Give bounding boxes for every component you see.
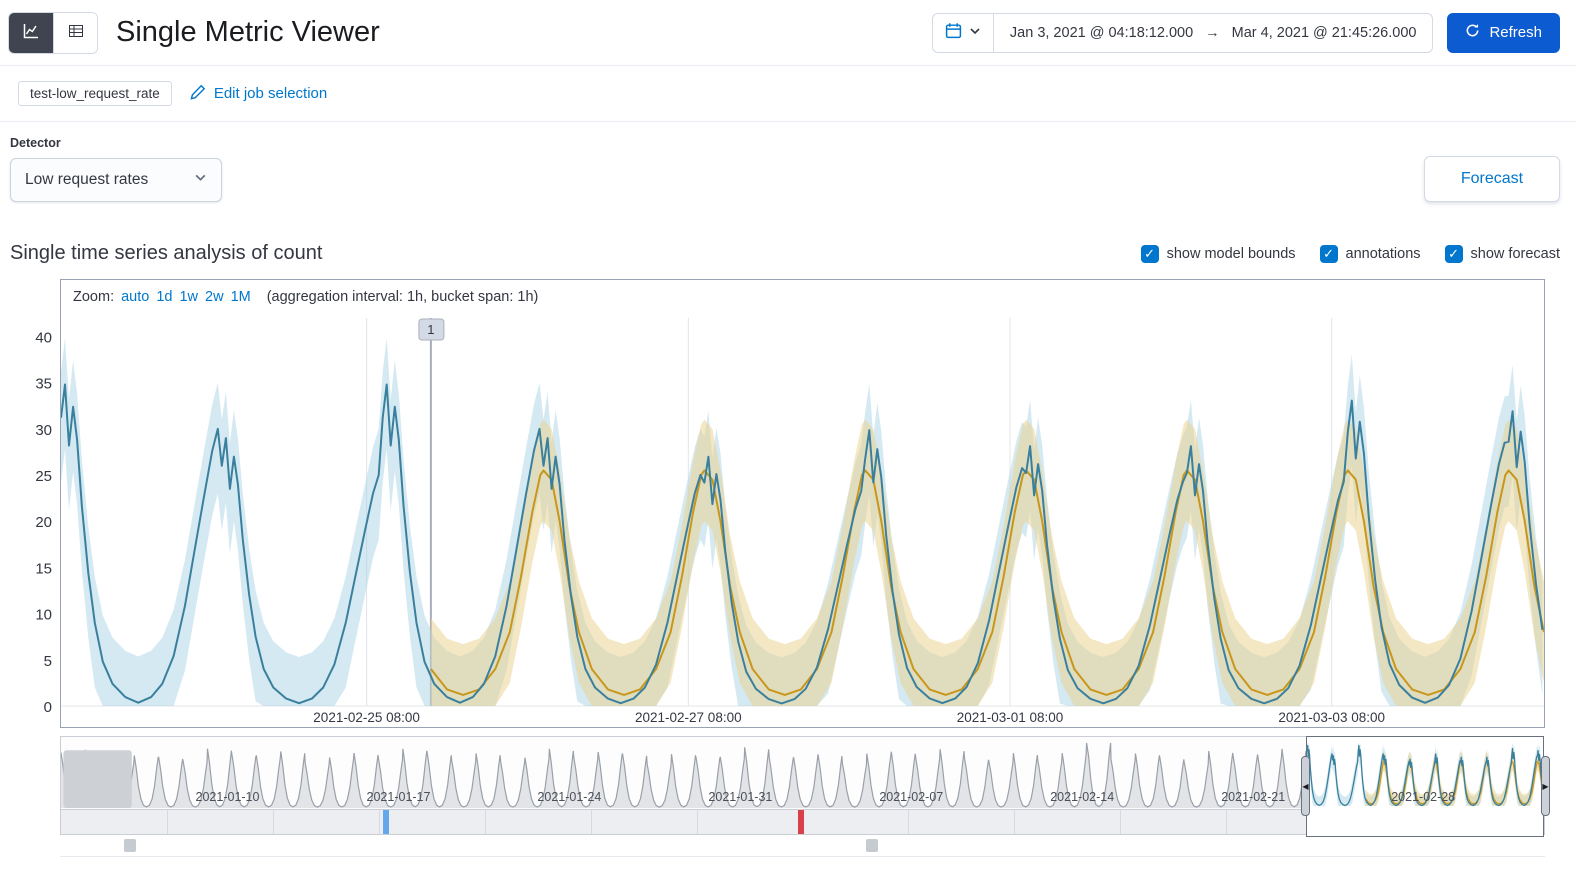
aggregation-info: (aggregation interval: 1h, bucket span: … [266,289,539,305]
svg-text:2021-02-07: 2021-02-07 [879,790,943,804]
page-title: Single Metric Viewer [116,16,380,48]
svg-text:0: 0 [44,699,52,716]
swimlane-cell-border [272,810,274,834]
y-axis: 0 5 10 15 20 25 30 35 40 [35,330,52,717]
svg-text:5: 5 [44,653,52,670]
svg-text:2021-01-31: 2021-01-31 [708,790,772,804]
series-title: Single time series analysis of count [10,242,323,264]
svg-text:10: 10 [35,607,52,624]
checkbox-show-forecast[interactable]: ✓ show forecast [1444,244,1560,263]
svg-text:30: 30 [35,422,52,439]
forecast-button[interactable]: Forecast [1424,156,1560,202]
edit-job-selection-link[interactable]: Edit job selection [190,84,327,104]
swimlane-cell-border [908,810,910,834]
timerange-brush[interactable]: 2021-02-28 [1305,736,1544,837]
single-metric-viewer-page: Single Metric Viewer Jan 3, 2021 @ 04:18… [0,0,1576,879]
svg-text:2021-02-21: 2021-02-21 [1221,790,1285,804]
date-quick-select[interactable] [933,13,994,52]
end-date[interactable]: Mar 4, 2021 @ 21:45:26.000 [1232,25,1417,41]
detector-selected-value: Low request rates [25,171,149,188]
svg-text:2021-03-01 08:00: 2021-03-01 08:00 [957,710,1064,725]
swimlane-anomaly-marker[interactable] [797,810,804,834]
chart-panel: Zoom: auto 1d 1w 2w 1M (aggregation inte… [60,279,1545,728]
date-picker[interactable]: Jan 3, 2021 @ 04:18:12.000 → Mar 4, 2021… [931,12,1434,53]
detector-label: Detector [10,136,61,150]
edit-link-label: Edit job selection [213,85,328,102]
chevron-down-icon [969,25,981,41]
svg-text:2021-02-28: 2021-02-28 [1391,790,1455,804]
view-toggle-group [8,11,98,54]
brush-handle-right[interactable]: ▶ [1541,756,1550,816]
calendar-icon [945,22,962,43]
svg-text:2021-01-10: 2021-01-10 [196,790,260,804]
zoom-option-1w[interactable]: 1w [179,289,198,305]
zoom-option-1d[interactable]: 1d [156,289,172,305]
swimlane-cell-border [484,810,486,834]
swimlane-cell-border [1120,810,1122,834]
checkbox-label: show model bounds [1166,245,1296,262]
refresh-button[interactable]: Refresh [1447,12,1560,53]
brush-handle-left[interactable]: ◀ [1300,756,1310,816]
detector-select[interactable]: Low request rates [10,158,222,202]
chevron-down-icon [194,171,207,189]
table-icon [68,23,84,42]
job-badge: test-low_request_rate [18,81,172,106]
main-timeseries-chart[interactable]: 1 2021-02-25 08:00 2021-02-27 08:00 2021-03… [61,314,1544,727]
context-area: 2021-01-10 2021-01-17 2021-01-24 2021-01-31… [60,736,1550,857]
swimlane-cell-border [378,810,380,834]
svg-text:40: 40 [35,330,52,347]
svg-text:35: 35 [35,376,52,393]
swimlane-cell-border [696,810,698,834]
checkbox-checked-icon: ✓ [1444,244,1463,263]
svg-text:20: 20 [35,514,52,531]
app-header: Single Metric Viewer Jan 3, 2021 @ 04:18… [0,0,1576,66]
job-selection-row: test-low_request_rate Edit job selection [0,66,1576,122]
annotations-row [60,835,1545,857]
svg-text:2021-02-14: 2021-02-14 [1050,790,1114,804]
swimlane-anomaly-marker[interactable] [382,810,389,834]
brush-chart: 2021-02-28 [1306,743,1543,807]
main-chart-area: 0 5 10 15 20 25 30 35 40 Zoom: auto 1d 1w 2w 1M … [10,279,1566,728]
header-right: Jan 3, 2021 @ 04:18:12.000 → Mar 4, 2021… [931,12,1560,53]
checkbox-group: ✓ show model bounds ✓ annotations ✓ show… [1140,244,1560,263]
annotation-mark[interactable] [124,839,137,852]
svg-text:2021-03-03 08:00: 2021-03-03 08:00 [1278,710,1385,725]
checkbox-show-model-bounds[interactable]: ✓ show model bounds [1140,244,1296,263]
svg-text:15: 15 [35,560,52,577]
svg-text:1: 1 [427,322,434,337]
zoom-option-auto[interactable]: auto [121,289,149,305]
zoom-bar: Zoom: auto 1d 1w 2w 1M (aggregation inte… [61,280,1544,314]
swimlane-cell-border [1014,810,1016,834]
zoom-option-2w[interactable]: 2w [205,289,224,305]
chart-line-icon [23,23,39,42]
svg-text:2021-02-27 08:00: 2021-02-27 08:00 [635,710,742,725]
svg-text:2021-01-17: 2021-01-17 [367,790,431,804]
table-view-button[interactable] [53,12,97,53]
zoom-option-1M[interactable]: 1M [231,289,251,305]
triangle-left-icon: ◀ [1302,781,1309,791]
svg-text:2021-02-25 08:00: 2021-02-25 08:00 [313,710,420,725]
refresh-label: Refresh [1489,24,1542,41]
refresh-icon [1465,23,1480,42]
svg-text:2021-01-24: 2021-01-24 [537,790,601,804]
annotation-mark[interactable] [866,839,878,852]
swimlane-cell-border [590,810,592,834]
swimlane-cell-border [1226,810,1228,834]
checkbox-label: show forecast [1470,245,1560,262]
detector-row: Low request rates Forecast [0,156,1576,202]
arrow-right-icon: → [1205,24,1220,41]
checkbox-label: annotations [1345,245,1421,262]
svg-text:25: 25 [35,468,52,485]
checkbox-checked-icon: ✓ [1319,244,1338,263]
pencil-icon [190,84,206,104]
date-range: Jan 3, 2021 @ 04:18:12.000 → Mar 4, 2021… [994,25,1433,41]
swimlane-cell-border [166,810,168,834]
checkbox-annotations[interactable]: ✓ annotations [1319,244,1421,263]
triangle-right-icon: ▶ [1542,781,1549,791]
checkbox-checked-icon: ✓ [1140,244,1159,263]
zoom-prefix: Zoom: [73,289,115,305]
chart-view-button[interactable] [9,12,53,53]
series-header-row: Single time series analysis of count ✓ s… [0,242,1576,265]
start-date[interactable]: Jan 3, 2021 @ 04:18:12.000 [1010,25,1193,41]
